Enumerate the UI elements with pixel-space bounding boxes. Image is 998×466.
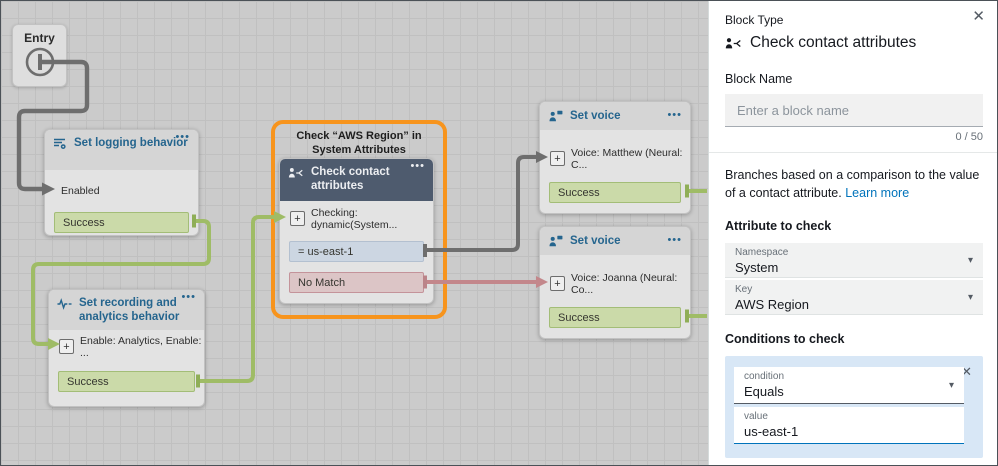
block-set-logging-behavior[interactable]: Set logging behavior ••• Enabled Success — [44, 129, 199, 236]
block-type-label: Block Type — [725, 13, 983, 27]
block-parameter: + Voice: Matthew (Neural: C... — [550, 150, 690, 167]
block-title: Set voice — [570, 109, 621, 123]
condition-card: ✕ condition Equals ▾ value us-east-1 — [725, 356, 983, 458]
block-name-label: Block Name — [725, 72, 983, 86]
key-label: Key — [735, 284, 955, 296]
branch-success[interactable]: Success — [58, 371, 195, 392]
flow-canvas[interactable]: Entry Check “AWS Region” in System Attri… — [1, 1, 708, 466]
value-text: us-east-1 — [744, 424, 940, 439]
chevron-down-icon: ▾ — [968, 255, 973, 266]
logging-icon — [53, 138, 67, 150]
connector-recording-to-check — [200, 217, 274, 381]
branch-equals-us-east-1[interactable]: = us-east-1 — [289, 241, 424, 262]
voice-icon — [548, 110, 563, 122]
parameter-text: Voice: Matthew (Neural: C... — [571, 147, 690, 171]
block-name-input[interactable] — [725, 94, 983, 127]
block-header: Check contact attributes ••• — [280, 159, 433, 201]
contact-attributes-icon — [725, 37, 742, 50]
character-counter: 0 / 50 — [725, 131, 983, 143]
block-menu-icon[interactable]: ••• — [175, 132, 190, 143]
branch-no-match[interactable]: No Match — [289, 272, 424, 293]
condition-select[interactable]: condition Equals ▾ — [734, 367, 964, 404]
block-title: Set logging behavior — [74, 136, 188, 150]
value-label: value — [744, 411, 940, 423]
condition-value: Equals — [744, 384, 940, 399]
chevron-down-icon: ▾ — [949, 380, 954, 391]
block-parameter: + Enable: Analytics, Enable: ... — [59, 338, 204, 355]
block-title: Set recording and analytics behavior — [79, 296, 196, 325]
block-title: Check contact attributes — [311, 165, 425, 194]
entry-block[interactable]: Entry — [12, 24, 67, 87]
parameter-text: Enabled — [61, 185, 100, 197]
namespace-label: Namespace — [735, 247, 955, 259]
conditions-to-check-heading: Conditions to check — [725, 332, 983, 346]
voice-icon — [548, 235, 563, 247]
condition-value-field[interactable]: value us-east-1 — [734, 407, 964, 444]
block-menu-icon[interactable]: ••• — [667, 235, 682, 246]
branch-success[interactable]: Success — [549, 307, 681, 328]
expand-plus-icon[interactable]: + — [550, 276, 565, 291]
block-parameter: + Voice: Joanna (Neural: Co... — [550, 275, 690, 292]
learn-more-link[interactable]: Learn more — [845, 186, 909, 200]
divider — [709, 152, 998, 153]
block-set-voice-joanna[interactable]: Set voice ••• + Voice: Joanna (Neural: C… — [539, 226, 691, 339]
condition-label: condition — [744, 371, 940, 383]
block-header: Set voice ••• — [540, 102, 690, 130]
block-set-recording-behavior[interactable]: Set recording and analytics behavior •••… — [48, 289, 205, 407]
block-menu-icon[interactable]: ••• — [667, 110, 682, 121]
block-check-contact-attributes[interactable]: Check contact attributes ••• + Checking:… — [279, 158, 434, 304]
expand-plus-icon[interactable]: + — [59, 339, 74, 354]
branch-success[interactable]: Success — [549, 182, 681, 203]
block-annotation: Check “AWS Region” in System Attributes — [275, 124, 443, 158]
close-icon[interactable]: ✕ — [970, 7, 987, 26]
block-menu-icon[interactable]: ••• — [181, 292, 196, 303]
parameter-text: Voice: Joanna (Neural: Co... — [571, 272, 690, 296]
key-value: AWS Region — [735, 297, 955, 312]
block-parameter: Enabled — [61, 183, 198, 198]
block-parameter: + Checking: dynamic(System... — [290, 210, 433, 227]
block-header: Set logging behavior ••• — [45, 130, 198, 170]
attribute-to-check-heading: Attribute to check — [725, 219, 983, 233]
panel-title: Check contact attributes — [750, 34, 916, 52]
parameter-text: Checking: dynamic(System... — [311, 207, 433, 231]
contact-attributes-icon — [288, 167, 304, 179]
key-select[interactable]: Key AWS Region ▾ — [725, 280, 983, 315]
panel-description: Branches based on a comparison to the va… — [725, 167, 983, 202]
expand-plus-icon[interactable]: + — [550, 151, 565, 166]
block-title: Set voice — [570, 234, 621, 248]
waveform-icon — [57, 298, 72, 310]
entry-label: Entry — [13, 31, 66, 45]
chevron-down-icon: ▾ — [968, 292, 973, 303]
expand-plus-icon[interactable]: + — [290, 211, 305, 226]
branch-success[interactable]: Success — [54, 212, 189, 233]
namespace-select[interactable]: Namespace System ▾ — [725, 243, 983, 278]
block-set-voice-matthew[interactable]: Set voice ••• + Voice: Matthew (Neural: … — [539, 101, 691, 214]
namespace-value: System — [735, 260, 955, 275]
block-properties-panel: ✕ Block Type Check contact attributes Bl… — [708, 1, 998, 466]
flow-designer-window: Entry Check “AWS Region” in System Attri… — [0, 0, 998, 466]
block-header: Set recording and analytics behavior ••• — [49, 290, 204, 330]
parameter-text: Enable: Analytics, Enable: ... — [80, 335, 204, 359]
block-header: Set voice ••• — [540, 227, 690, 255]
block-menu-icon[interactable]: ••• — [410, 161, 425, 172]
